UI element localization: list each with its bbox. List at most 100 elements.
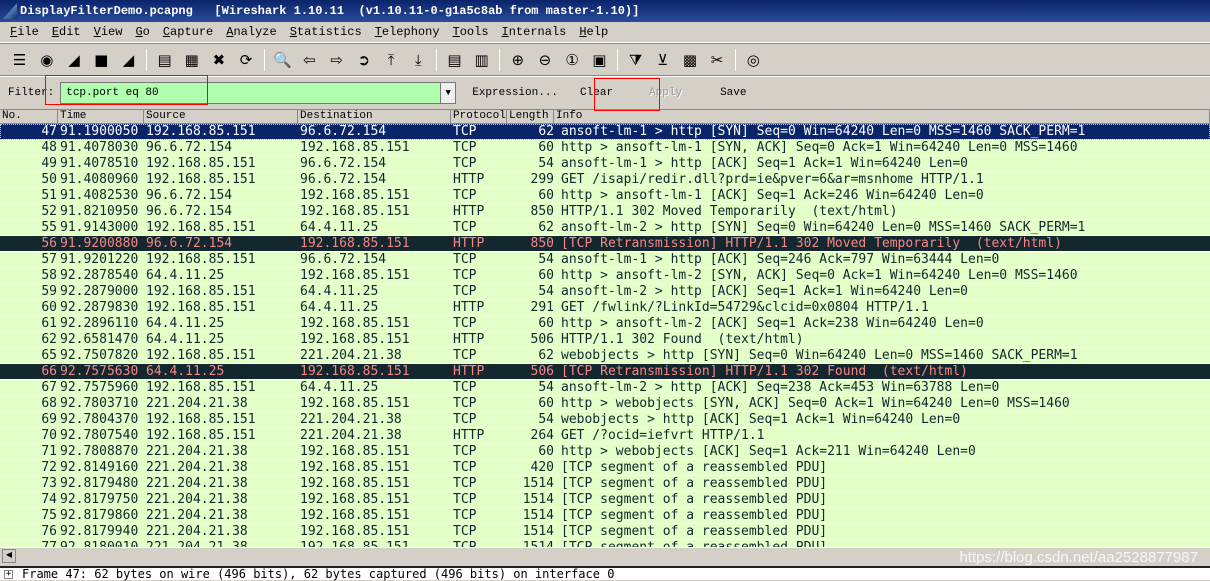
menu-capture[interactable]: Capture [163,25,213,39]
column-header-info[interactable]: Info [554,110,1210,123]
table-row[interactable]: 57 91.9201220 192.168.85.151 96.6.72.154 TCP… [0,252,1210,268]
table-row[interactable]: 48 91.4078030 96.6.72.154 192.168.85.151 TCP… [0,140,1210,156]
table-row[interactable]: 72 92.8149160 221.204.21.38 192.168.85.151 T… [0,460,1210,476]
go-to-packet-icon[interactable]: ➲ [354,50,374,70]
table-row[interactable]: 61 92.2896110 64.4.11.25 192.168.85.151 TCP 6… [0,316,1210,332]
auto-scroll-icon[interactable]: ▥ [472,50,492,70]
reload-icon[interactable]: ⟳ [236,50,256,70]
column-header-protocol[interactable]: Protocol [451,110,507,123]
table-row[interactable]: 60 92.2879830 192.168.85.151 64.4.11.25 HTTP… [0,300,1210,316]
expression-button[interactable]: Expression... [468,87,562,99]
capture-filters-icon[interactable]: ⧩ [626,50,646,70]
cell-length: 54 [538,252,554,267]
column-header-source[interactable]: Source [144,110,298,123]
menu-telephony[interactable]: Telephony [375,25,440,39]
cell-protocol: TCP [453,268,477,283]
menu-tools[interactable]: Tools [453,25,489,39]
scroll-left-icon[interactable]: ◀ [2,549,16,563]
cell-length: 299 [530,172,554,187]
cell-protocol: TCP [453,444,477,459]
detail-frame-line[interactable]: Frame 47: 62 bytes on wire (496 bits), 6… [22,567,614,581]
table-row[interactable]: 67 92.7575960 192.168.85.151 64.4.11.25 TCP 5… [0,380,1210,396]
go-first-icon[interactable]: ⤒ [381,50,401,70]
table-row[interactable]: 51 91.4082530 96.6.72.154 192.168.85.151 TCP… [0,188,1210,204]
find-packet-icon[interactable]: 🔍 [272,50,292,70]
cell-protocol: TCP [453,476,477,491]
table-row[interactable]: 65 92.7507820 192.168.85.151 221.204.21.38 T… [0,348,1210,364]
zoom-in-icon[interactable]: ⊕ [508,50,528,70]
cell-protocol: HTTP [453,236,485,251]
column-header-length[interactable]: Length [507,110,554,123]
go-forward-icon[interactable]: ⇨ [327,50,347,70]
table-row[interactable]: 70 92.7807540 192.168.85.151 221.204.21.38 H… [0,428,1210,444]
start-capture-icon[interactable]: ◢ [64,50,84,70]
window-title: DisplayFilterDemo.pcapng [Wireshark 1.10… [20,4,640,18]
capture-options-icon[interactable]: ◉ [37,50,57,70]
zoom-out-icon[interactable]: ⊖ [535,50,555,70]
toolbar-separator [435,48,437,71]
table-row[interactable]: 56 91.9200880 96.6.72.154 192.168.85.151 HTT… [0,236,1210,252]
cell-length: 62 [538,348,554,363]
column-header-destination[interactable]: Destination [298,110,451,123]
close-file-icon[interactable]: ✖ [209,50,229,70]
preferences-icon[interactable]: ✂ [707,50,727,70]
menu-view[interactable]: View [94,25,123,39]
cell-time: 92.7803710 [60,396,139,411]
cell-length: 60 [538,316,554,331]
table-row[interactable]: 74 92.8179750 221.204.21.38 192.168.85.151 T… [0,492,1210,508]
table-row[interactable]: 75 92.8179860 221.204.21.38 192.168.85.151 T… [0,508,1210,524]
cell-length: 60 [538,188,554,203]
column-header-time[interactable]: Time [58,110,144,123]
coloring-rules-icon[interactable]: ▩ [680,50,700,70]
menu-internals[interactable]: Internals [502,25,567,39]
restart-capture-icon[interactable]: ◢ [118,50,138,70]
cell-destination: 192.168.85.151 [300,332,410,347]
resize-columns-icon[interactable]: ▣ [589,50,609,70]
cell-no: 55 [41,220,57,235]
table-row[interactable]: 73 92.8179480 221.204.21.38 192.168.85.151 T… [0,476,1210,492]
table-row[interactable]: 66 92.7575630 64.4.11.25 192.168.85.151 HTTP… [0,364,1210,380]
table-row[interactable]: 68 92.7803710 221.204.21.38 192.168.85.151 T… [0,396,1210,412]
menu-edit[interactable]: Edit [52,25,81,39]
cell-info: GET /?ocid=iefvrt HTTP/1.1 [561,428,765,443]
table-row[interactable]: 71 92.7808870 221.204.21.38 192.168.85.151 T… [0,444,1210,460]
menu-statistics[interactable]: Statistics [290,25,362,39]
menu-file[interactable]: File [10,25,39,39]
expand-icon[interactable]: + [4,570,13,579]
save-filter-button[interactable]: Save [716,87,750,99]
cell-length: 54 [538,156,554,171]
menu-go[interactable]: Go [135,25,149,39]
zoom-normal-icon[interactable]: ① [562,50,582,70]
column-header-no[interactable]: No. [0,110,58,123]
table-row[interactable]: 50 91.4080960 192.168.85.151 96.6.72.154 HTT… [0,172,1210,188]
table-row[interactable]: 7792.8180010221.204.21.38192.168.85.151T… [0,540,1210,547]
colorize-icon[interactable]: ▤ [444,50,464,70]
cell-source: 192.168.85.151 [146,380,256,395]
table-row[interactable]: 52 91.8210950 96.6.72.154 192.168.85.151 HTT… [0,204,1210,220]
table-row[interactable]: 69 92.7804370 192.168.85.151 221.204.21.38 T… [0,412,1210,428]
save-file-icon[interactable]: ▦ [182,50,202,70]
stop-capture-icon[interactable]: ■ [91,50,111,70]
interfaces-icon[interactable]: ☰ [10,50,30,70]
table-row[interactable]: 59 92.2879000 192.168.85.151 64.4.11.25 TCP 5… [0,284,1210,300]
menu-analyze[interactable]: Analyze [226,25,276,39]
table-row[interactable]: 55 91.9143000 192.168.85.151 64.4.11.25 TCP 6… [0,220,1210,236]
cell-info: [TCP segment of a reassembled PDU] [561,476,828,491]
cell-destination: 64.4.11.25 [300,380,379,395]
table-row[interactable]: 62 92.6581470 64.4.11.25 192.168.85.151 HTTP… [0,332,1210,348]
cell-info: ansoft-lm-1 > http [ACK] Seq=246 Ack=797… [561,252,1000,267]
cell-protocol: TCP [453,284,477,299]
go-last-icon[interactable]: ⤓ [408,50,428,70]
table-row[interactable]: 49 91.4078510 192.168.85.151 96.6.72.154 TCP… [0,156,1210,172]
filter-dropdown-button[interactable]: ▼ [440,82,457,104]
cell-source: 221.204.21.38 [146,524,248,539]
help-icon[interactable]: ◎ [743,50,763,70]
display-filters-icon[interactable]: ⊻ [653,50,673,70]
cell-source: 192.168.85.151 [146,284,256,299]
menu-help[interactable]: Help [579,25,608,39]
table-row[interactable]: 47 91.1900050 192.168.85.151 96.6.72.154 TCP… [0,124,1210,140]
table-row[interactable]: 58 92.2878540 64.4.11.25 192.168.85.151 TCP 6… [0,268,1210,284]
go-back-icon[interactable]: ⇦ [299,50,319,70]
open-file-icon[interactable]: ▤ [155,50,175,70]
table-row[interactable]: 76 92.8179940 221.204.21.38 192.168.85.151 T… [0,524,1210,540]
